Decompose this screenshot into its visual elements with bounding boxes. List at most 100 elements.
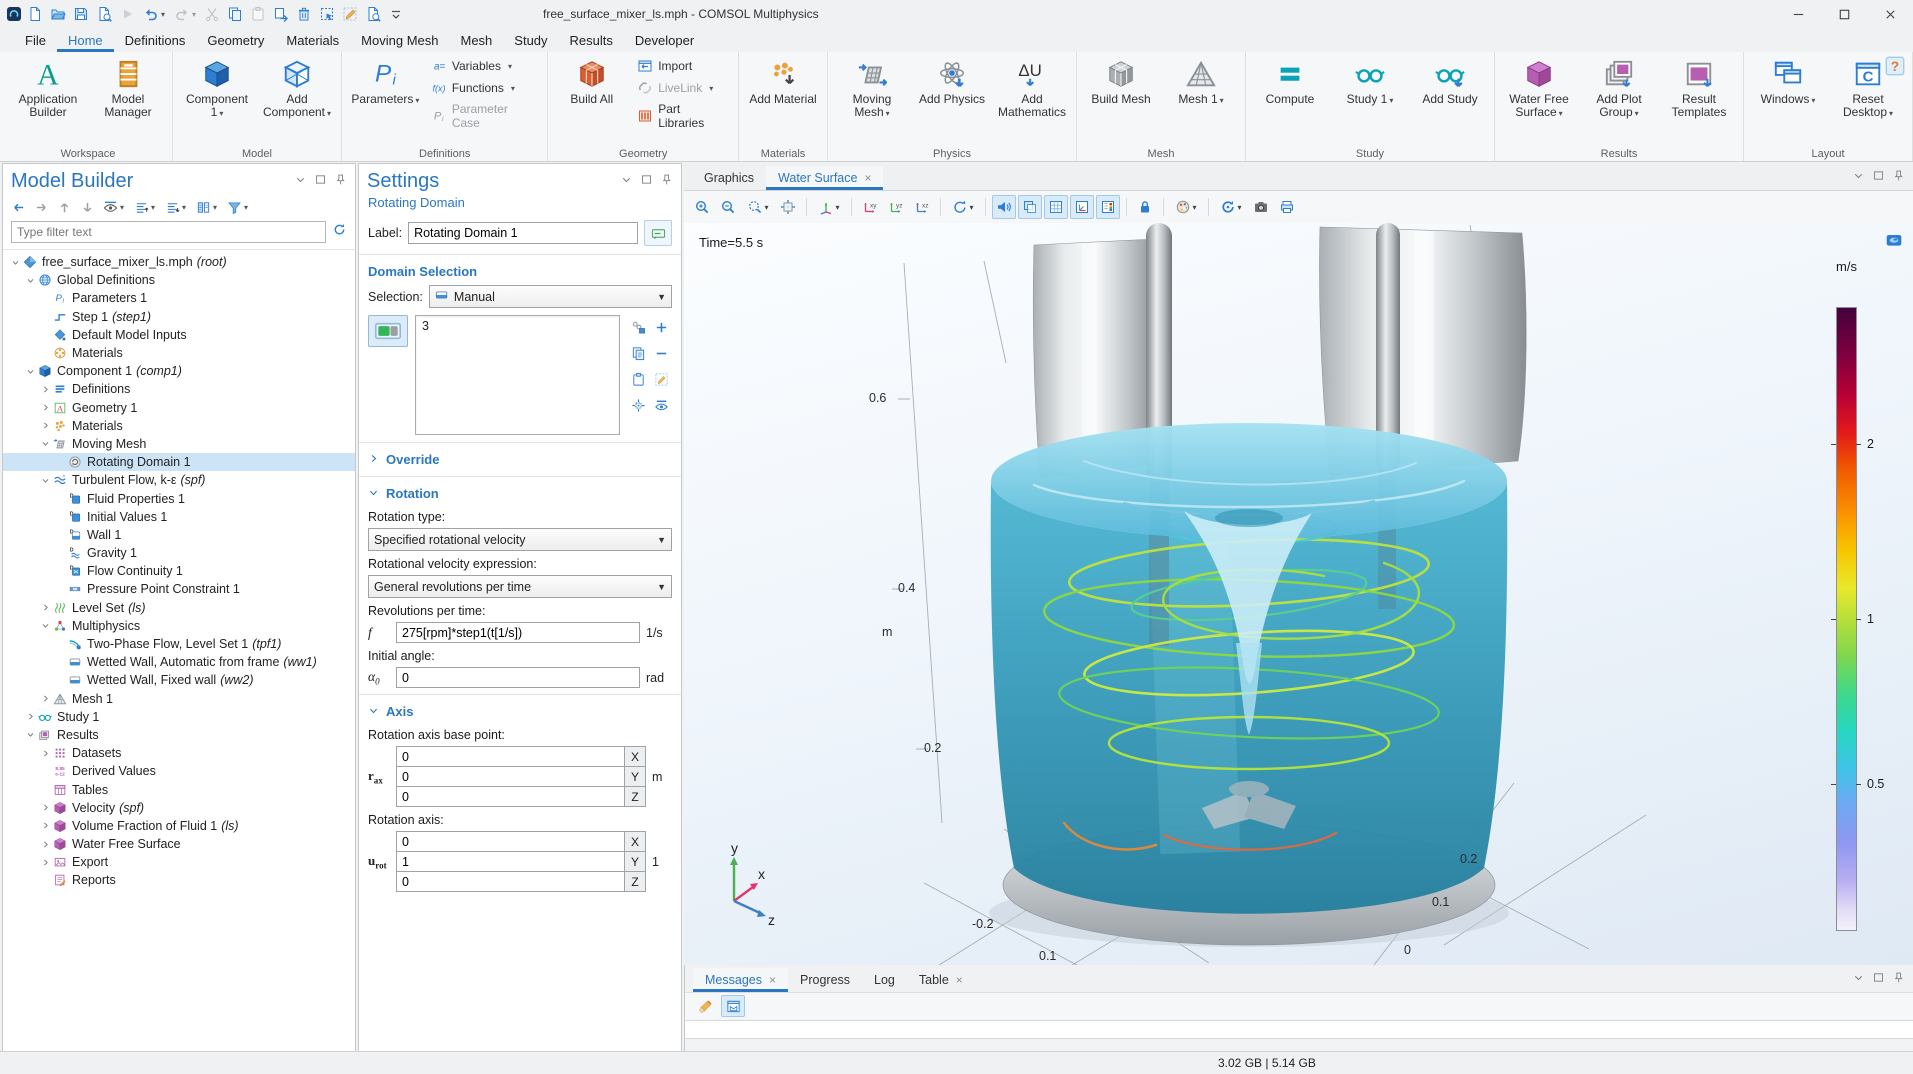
copy-selection-button[interactable] (627, 341, 649, 366)
override-section[interactable]: Override (359, 447, 681, 472)
minimize-button[interactable] (1775, 0, 1821, 28)
ribbon-livelink-button[interactable]: LiveLink▾ (634, 79, 731, 97)
new-file-button[interactable] (25, 4, 45, 24)
move-up-button[interactable] (57, 199, 75, 215)
ribbon-add-mathematics-button[interactable]: ΔUAdd Mathematics (993, 55, 1071, 122)
save-view-button[interactable] (94, 4, 114, 24)
ribbon-build-all-button[interactable]: Build All (553, 55, 630, 109)
ribbon-part-libraries-button[interactable]: Part Libraries (634, 101, 731, 131)
tree-item-wall-1[interactable]: DWall 1 (3, 526, 355, 544)
view-xz-button[interactable]: xz (910, 195, 934, 219)
tree-expander[interactable] (39, 621, 52, 630)
ribbon-import-button[interactable]: Import (634, 57, 731, 75)
rotation-type-dropdown[interactable]: Specified rotational velocity▼ (368, 528, 672, 551)
grid-toggle-button[interactable] (1044, 195, 1068, 219)
zoom-out-button[interactable] (716, 195, 740, 219)
save-button[interactable] (71, 4, 91, 24)
menu-mesh[interactable]: Mesh (449, 30, 503, 52)
tree-expander[interactable] (39, 439, 52, 448)
panel-float-button[interactable] (1872, 169, 1885, 187)
ribbon-variables-button[interactable]: a=Variables▾ (428, 57, 541, 75)
delete-button[interactable] (294, 4, 314, 24)
tab-messages[interactable]: Messages× (693, 968, 788, 992)
menu-file[interactable]: File (14, 30, 57, 52)
selection-list[interactable]: 3 (415, 315, 620, 435)
tree-expander[interactable] (39, 858, 52, 867)
tree-item-free-surface-mixer-ls-mph[interactable]: free_surface_mixer_ls.mph(root) (3, 253, 355, 271)
update-plot-button[interactable]: ▾ (1215, 195, 1247, 219)
panel-float-button[interactable] (1872, 971, 1885, 989)
tree-item-materials[interactable]: Materials (3, 344, 355, 362)
tree-item-two-phase-flow-level-set-1[interactable]: Two-Phase Flow, Level Set 1(tpf1) (3, 635, 355, 653)
ribbon-application-builder-button[interactable]: AApplication Builder (9, 55, 87, 122)
tree-item-rotating-domain-1[interactable]: Rotating Domain 1 (3, 453, 355, 471)
ribbon-result-templates-button[interactable]: Result Templates (1660, 55, 1738, 122)
tree-item-results[interactable]: Results (3, 726, 355, 744)
view-lock-button[interactable] (1133, 195, 1157, 219)
3d-scene[interactable] (684, 223, 1913, 965)
paste-selection-button[interactable] (627, 367, 649, 392)
tree-expander[interactable] (39, 421, 52, 430)
tree-expander[interactable] (39, 476, 52, 485)
nav-back-button[interactable] (11, 199, 29, 215)
close-button[interactable] (1867, 0, 1913, 28)
ribbon-add-plot-group-button[interactable]: Add Plot Group▾ (1580, 55, 1658, 123)
axis-orientation-button[interactable] (1070, 195, 1094, 219)
rename-button[interactable] (644, 220, 672, 246)
revolutions-input[interactable] (396, 622, 640, 643)
label-input[interactable] (408, 222, 638, 244)
tree-expander[interactable] (39, 694, 52, 703)
tree-expander[interactable] (24, 712, 37, 721)
zoom-selection-button[interactable] (627, 393, 649, 418)
panel-pin-button[interactable] (660, 173, 673, 191)
tree-item-initial-values-1[interactable]: DInitial Values 1 (3, 508, 355, 526)
move-down-button[interactable] (80, 199, 98, 215)
panel-float-button[interactable] (640, 173, 653, 191)
close-tab-icon[interactable]: × (864, 171, 871, 185)
ribbon-windows-button[interactable]: Windows▾ (1749, 55, 1827, 110)
panel-float-button[interactable] (314, 173, 327, 191)
color-theme-button[interactable]: ▾ (1170, 195, 1202, 219)
rotate-view-button[interactable]: ▾ (947, 195, 979, 219)
tree-expander[interactable] (39, 803, 52, 812)
ribbon-parameters-button[interactable]: PiParameters▾ (347, 55, 424, 110)
undo-button[interactable]: ▾ (140, 4, 168, 24)
vector-component-input[interactable] (396, 746, 625, 766)
open-file-button[interactable] (48, 4, 68, 24)
panel-pin-button[interactable] (1892, 971, 1905, 989)
transparency-button[interactable] (1018, 195, 1042, 219)
tree-expander[interactable] (39, 821, 52, 830)
tree-item-wetted-wall-automatic-from-frame[interactable]: Wetted Wall, Automatic from frame(ww1) (3, 653, 355, 671)
ribbon-parameter-case-button[interactable]: PiParameter Case (428, 101, 541, 131)
ribbon-add-component-button[interactable]: Add Component▾ (258, 55, 336, 123)
tree-item-fluid-properties-1[interactable]: DFluid Properties 1 (3, 489, 355, 507)
view-yz-button[interactable]: yz (884, 195, 908, 219)
plot-window-icon[interactable] (1885, 231, 1903, 254)
menu-developer[interactable]: Developer (624, 30, 705, 52)
remove-selection-button[interactable] (650, 341, 672, 366)
velocity-expression-dropdown[interactable]: General revolutions per time▼ (368, 575, 672, 598)
clear-selection-button[interactable] (650, 367, 672, 392)
view-xy-button[interactable]: xy (858, 195, 882, 219)
tree-item-materials[interactable]: Materials (3, 417, 355, 435)
active-selection-toggle[interactable] (368, 315, 408, 347)
tree-item-multiphysics[interactable]: Multiphysics (3, 617, 355, 635)
tree-item-water-free-surface[interactable]: Water Free Surface (3, 835, 355, 853)
initial-angle-input[interactable] (396, 667, 640, 688)
view-default-button[interactable]: ▾ (813, 195, 845, 219)
tab-graphics[interactable]: Graphics (692, 166, 766, 190)
vector-component-input[interactable] (396, 851, 625, 871)
tree-expander[interactable] (39, 603, 52, 612)
redo-button[interactable]: ▾ (171, 4, 199, 24)
tree-item-pressure-point-constraint-1[interactable]: Pressure Point Constraint 1 (3, 580, 355, 598)
collapse-all-button[interactable]: ▾ (165, 199, 191, 215)
tree-expander[interactable] (39, 840, 52, 849)
tree-item-export[interactable]: Export (3, 853, 355, 871)
panel-pin-button[interactable] (334, 173, 347, 191)
scene-light-button[interactable] (992, 195, 1016, 219)
menu-geometry[interactable]: Geometry (196, 30, 275, 52)
tree-item-datasets[interactable]: Datasets (3, 744, 355, 762)
table-message-button[interactable] (721, 995, 745, 1017)
menu-moving-mesh[interactable]: Moving Mesh (350, 30, 449, 52)
paste-button[interactable] (248, 4, 268, 24)
